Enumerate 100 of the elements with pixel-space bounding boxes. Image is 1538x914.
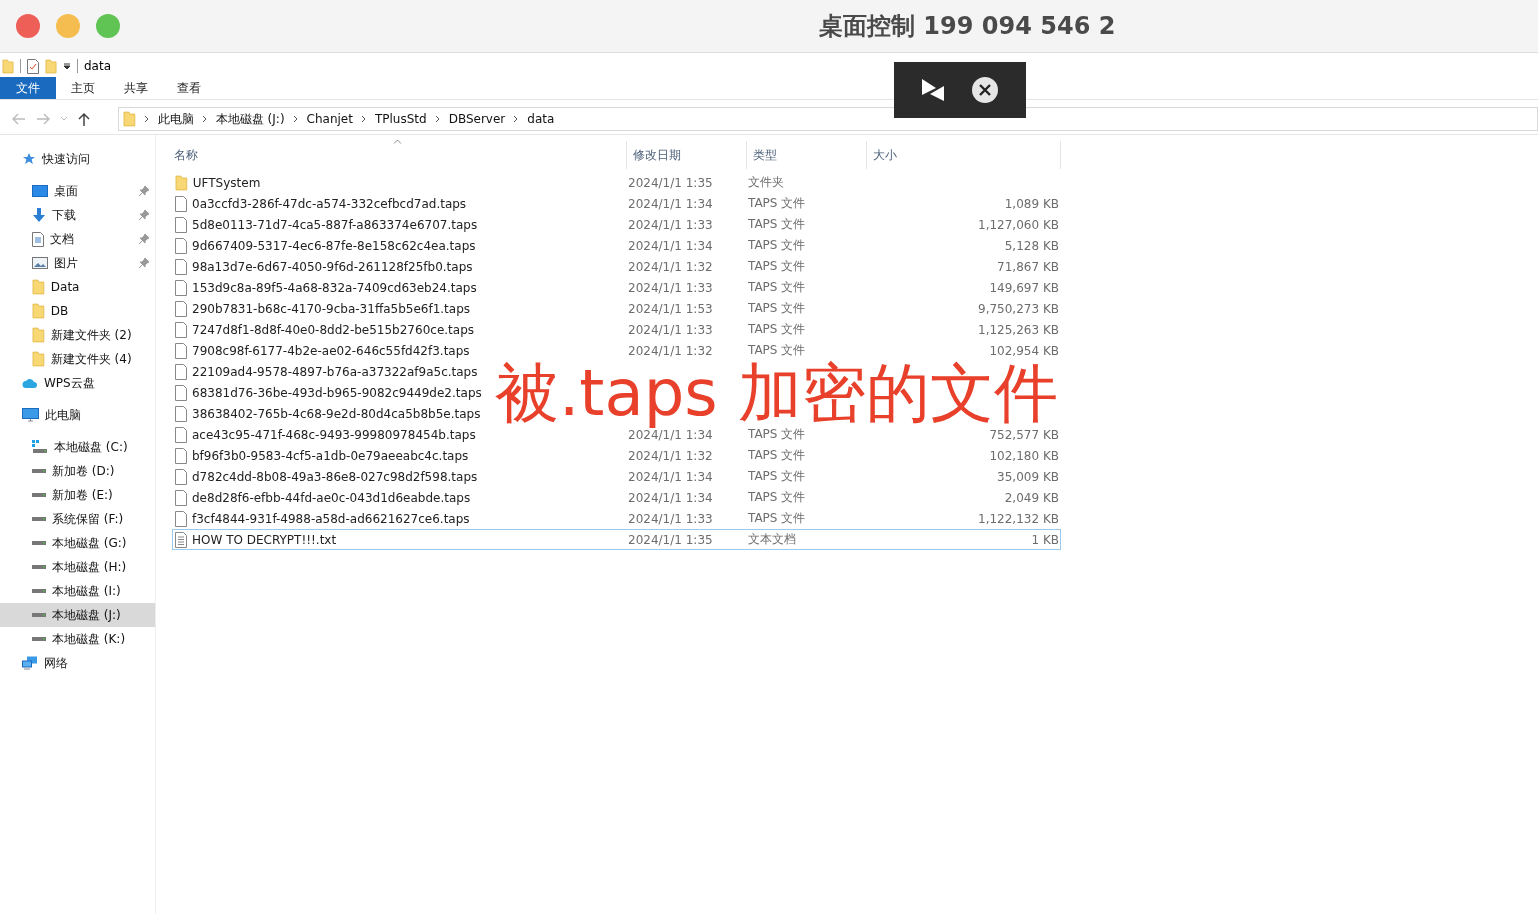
sidebar-item[interactable]: 本地磁盘 (H:) <box>0 555 155 579</box>
file-type: 文本文档 <box>748 532 796 546</box>
file-icon <box>175 237 187 254</box>
file-name[interactable]: 7247d8f1-8d8f-40e0-8dd2-be515b2760ce.taps <box>192 322 474 337</box>
sidebar-item[interactable]: DB <box>0 299 155 323</box>
file-icon <box>175 447 187 464</box>
chevron-icon <box>143 115 150 123</box>
ribbon-tab[interactable]: 主页 <box>56 77 109 99</box>
column-header[interactable]: 名称 <box>172 141 627 169</box>
file-date: 2024/1/1 1:34 <box>628 490 713 505</box>
file-icon <box>175 426 187 443</box>
file-date: 2024/1/1 1:32 <box>628 448 713 463</box>
sidebar-item[interactable]: 新建文件夹 (4) <box>0 347 155 371</box>
sidebar-item[interactable]: 文档 <box>0 227 155 251</box>
file-name[interactable]: 98a13d7e-6d67-4050-9f6d-261128f25fb0.taps <box>192 259 473 274</box>
forward-icon[interactable] <box>36 113 50 125</box>
ribbon-tab[interactable]: 文件 <box>0 77 56 99</box>
breadcrumb-item[interactable]: DBServer <box>448 112 506 126</box>
folder-icon <box>32 303 45 319</box>
file-type: 文件夹 <box>748 175 784 189</box>
file-name[interactable]: d782c4dd-8b08-49a3-86e8-027c98d2f598.taps <box>192 469 478 484</box>
sidebar-item[interactable]: 此电脑 <box>0 403 155 427</box>
file-row[interactable]: HOW TO DECRYPT!!!.txt 2024/1/1 1:35 文本文档 1 KB <box>172 529 1061 550</box>
address-bar[interactable]: 此电脑 本地磁盘 (J:) Chanjet TPlusStd DBServer data <box>118 107 1538 131</box>
file-name[interactable]: 68381d76-36be-493d-b965-9082c9449de2.taps <box>192 385 482 400</box>
column-header[interactable]: 修改日期 <box>627 141 747 169</box>
up-icon[interactable] <box>78 112 90 126</box>
file-date: 2024/1/1 1:34 <box>628 238 713 253</box>
file-date: 2024/1/1 1:33 <box>628 322 713 337</box>
file-icon <box>175 258 187 275</box>
sidebar-item[interactable]: WPS云盘 <box>0 371 155 395</box>
sidebar-item[interactable]: Data <box>0 275 155 299</box>
sidebar-item[interactable]: 本地磁盘 (I:) <box>0 579 155 603</box>
drive-icon <box>32 589 46 593</box>
dropdown-icon[interactable] <box>63 62 71 70</box>
caret-icon[interactable] <box>60 116 68 122</box>
sidebar-item[interactable]: 本地磁盘 (J:) <box>0 603 155 627</box>
file-size: 752,577 KB <box>989 427 1060 442</box>
ribbon-tab[interactable]: 查看 <box>162 77 215 99</box>
sidebar-item[interactable]: 新建文件夹 (2) <box>0 323 155 347</box>
file-date: 2024/1/1 1:35 <box>628 532 713 547</box>
file-name[interactable]: 9d667409-5317-4ec6-87fe-8e158c62c4ea.taps <box>192 238 476 253</box>
maximize-button[interactable] <box>96 14 120 38</box>
minimize-button[interactable] <box>56 14 80 38</box>
sidebar-item[interactable]: 图片 <box>0 251 155 275</box>
file-type: TAPS 文件 <box>748 217 806 231</box>
file-name[interactable]: bf96f3b0-9583-4cf5-a1db-0e79aeeabc4c.taps <box>192 448 469 463</box>
file-icon <box>175 468 187 485</box>
file-name[interactable]: f3cf4844-931f-4988-a58d-ad6621627ce6.taps <box>192 511 470 526</box>
file-name[interactable]: 153d9c8a-89f5-4a68-832a-7409cd63eb24.taps <box>192 280 477 295</box>
text-file-icon <box>175 531 187 548</box>
file-size: 1 KB <box>1031 532 1060 547</box>
column-header[interactable]: 类型 <box>747 141 867 169</box>
file-name[interactable]: de8d28f6-efbb-44fd-ae0c-043d1d6eabde.taps <box>192 490 471 505</box>
file-name[interactable]: 38638402-765b-4c68-9e2d-80d4ca5b8b5e.taps <box>192 406 481 421</box>
sidebar-item[interactable]: 下载 <box>0 203 155 227</box>
close-button[interactable] <box>16 14 40 38</box>
cloud-icon <box>22 377 38 389</box>
file-name[interactable]: 7908c98f-6177-4b2e-ae02-646c55fd42f3.taps <box>192 343 470 358</box>
file-name[interactable]: 5d8e0113-71d7-4ca5-887f-a863374e6707.taps <box>192 217 478 232</box>
breadcrumb-item[interactable]: 本地磁盘 (J:) <box>215 110 285 128</box>
file-date: 2024/1/1 1:34 <box>628 196 713 211</box>
close-icon[interactable] <box>971 76 999 104</box>
document-icon <box>32 231 44 247</box>
file-name[interactable]: 22109ad4-9578-4897-b76a-a37322af9a5c.taps <box>192 364 478 379</box>
system-drive-icon <box>32 440 48 454</box>
drive-icon <box>32 493 46 497</box>
sidebar-item[interactable]: 新加卷 (D:) <box>0 459 155 483</box>
file-name[interactable]: HOW TO DECRYPT!!!.txt <box>192 532 337 547</box>
sidebar-item[interactable]: 系统保留 (F:) <box>0 507 155 531</box>
breadcrumb-item[interactable]: 此电脑 <box>157 110 194 128</box>
file-name[interactable]: ace43c95-471f-468c-9493-99980978454b.taps <box>192 427 476 442</box>
file-icon <box>175 489 187 506</box>
file-size: 102,180 KB <box>989 448 1060 463</box>
back-icon[interactable] <box>12 113 26 125</box>
sidebar-item[interactable]: 新加卷 (E:) <box>0 483 155 507</box>
file-name[interactable]: 0a3ccfd3-286f-47dc-a574-332cefbcd7ad.taps <box>192 196 467 211</box>
file-name[interactable]: UFTSystem <box>192 175 261 190</box>
bowtie-icon[interactable] <box>921 78 945 102</box>
properties-icon[interactable] <box>27 58 39 74</box>
sidebar-item[interactable]: 本地磁盘 (K:) <box>0 627 155 651</box>
sidebar-item[interactable]: 快速访问 <box>0 147 155 171</box>
window-title: 桌面控制 199 094 546 2 <box>819 11 1116 42</box>
column-header[interactable]: 大小 <box>867 141 1061 169</box>
ribbon-tab[interactable]: 共享 <box>109 77 162 99</box>
file-type: TAPS 文件 <box>748 448 806 462</box>
folder-icon <box>32 351 45 367</box>
file-size: 71,867 KB <box>997 259 1060 274</box>
sidebar-item[interactable]: 桌面 <box>0 179 155 203</box>
sidebar-item[interactable]: 本地磁盘 (G:) <box>0 531 155 555</box>
chevron-icon <box>292 115 299 123</box>
breadcrumb-item[interactable]: TPlusStd <box>374 112 427 126</box>
sidebar-item[interactable]: 本地磁盘 (C:) <box>0 435 155 459</box>
breadcrumb-item[interactable]: data <box>527 112 555 126</box>
file-icon <box>175 321 187 338</box>
file-size: 9,750,273 KB <box>978 301 1060 316</box>
file-type: TAPS 文件 <box>748 490 806 504</box>
breadcrumb-item[interactable]: Chanjet <box>306 112 353 126</box>
sidebar-item[interactable]: 网络 <box>0 651 155 675</box>
file-name[interactable]: 290b7831-b68c-4170-9cba-31ffa5b5e6f1.taps <box>192 301 470 316</box>
